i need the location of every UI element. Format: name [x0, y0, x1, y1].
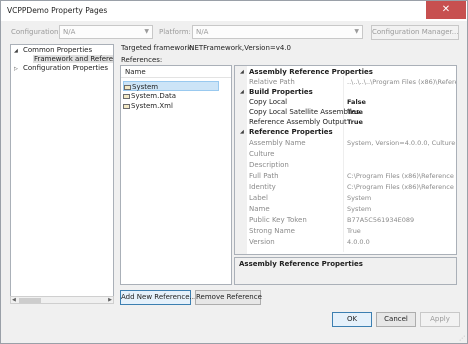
property-value: False: [347, 98, 366, 106]
property-name: Name: [249, 205, 270, 213]
property-value: True: [347, 227, 361, 235]
close-icon: ✕: [441, 4, 451, 15]
property-row[interactable]: Relative Path ..\..\..\..\Program Files …: [235, 77, 456, 87]
property-name: Label: [249, 194, 268, 202]
targeted-framework-label: Targeted framework:: [121, 44, 194, 52]
tree-item-framework-and-references[interactable]: Framework and References: [33, 55, 113, 63]
property-row[interactable]: Description: [235, 160, 456, 170]
property-name: Version: [249, 238, 275, 246]
scroll-left-icon[interactable]: ◀: [12, 297, 16, 304]
property-pages-window: VCPPDemo Property Pages ✕ Configuration:…: [0, 0, 468, 344]
remove-reference-button[interactable]: Remove Reference: [195, 290, 262, 305]
property-name: Copy Local Satellite Assemblies: [249, 108, 360, 116]
property-tree: ◢ Common Properties Framework and Refere…: [10, 44, 114, 304]
property-row[interactable]: Assembly Name System, Version=4.0.0.0, C…: [235, 138, 456, 148]
scroll-thumb[interactable]: [19, 298, 41, 303]
platform-value: N/A: [196, 28, 209, 36]
category-row[interactable]: ◢ Reference Properties: [235, 127, 456, 137]
property-row[interactable]: Full Path C:\Program Files (x86)\Referen…: [235, 171, 457, 181]
ok-button[interactable]: OK: [332, 312, 372, 327]
category-assembly-reference-properties: Assembly Reference Properties: [249, 68, 373, 76]
property-row[interactable]: Copy Local False: [235, 97, 456, 107]
resize-grip-icon[interactable]: ⋰: [459, 335, 465, 342]
property-name: Public Key Token: [249, 216, 307, 224]
property-description-pane: Assembly Reference Properties: [234, 257, 457, 285]
references-column-header[interactable]: Name: [121, 66, 231, 78]
property-name: Identity: [249, 183, 276, 191]
property-name: Assembly Name: [249, 139, 306, 147]
property-value: True: [347, 118, 363, 126]
configuration-label: Configuration:: [11, 28, 61, 36]
collapsed-triangle-icon[interactable]: ▷: [14, 66, 18, 72]
property-value: System, Version=4.0.0.0, Culture=neu: [347, 139, 456, 147]
property-name: Full Path: [249, 172, 279, 180]
column-header-name: Name: [125, 68, 146, 76]
property-name: Relative Path: [249, 78, 295, 86]
tree-item-configuration-properties[interactable]: Configuration Properties: [23, 64, 108, 72]
chevron-down-icon: ▼: [144, 28, 149, 35]
property-grid: ◢ Assembly Reference Properties Relative…: [234, 65, 457, 255]
property-name: Strong Name: [249, 227, 295, 235]
property-name: Reference Assembly Output: [249, 118, 347, 126]
property-name: Description: [249, 161, 289, 169]
assembly-icon: [123, 93, 130, 99]
references-list: Name System System.Data System.Xml: [120, 65, 232, 285]
property-value: B77A5C561934E089: [347, 216, 415, 224]
expanded-triangle-icon[interactable]: ◢: [14, 48, 18, 54]
property-row[interactable]: Version 4.0.0.0: [235, 237, 456, 247]
property-row[interactable]: Name System: [235, 204, 456, 214]
property-row[interactable]: Strong Name True: [235, 226, 456, 236]
configuration-manager-button[interactable]: Configuration Manager...: [371, 25, 459, 40]
apply-button[interactable]: Apply: [420, 312, 460, 327]
property-value: System: [347, 205, 372, 213]
references-label: References:: [121, 56, 163, 64]
configuration-dropdown[interactable]: N/A ▼: [59, 25, 153, 39]
reference-item-system-xml[interactable]: System.Xml: [123, 101, 219, 111]
window-title: VCPPDemo Property Pages: [7, 6, 108, 15]
close-button[interactable]: ✕: [426, 1, 466, 19]
cancel-button[interactable]: Cancel: [376, 312, 416, 327]
expanded-triangle-icon: ◢: [240, 69, 244, 75]
property-row[interactable]: Copy Local Satellite Assemblies True: [235, 107, 456, 117]
property-row[interactable]: Label System: [235, 193, 456, 203]
expanded-triangle-icon: ◢: [240, 89, 244, 95]
property-row[interactable]: Reference Assembly Output True: [235, 117, 456, 127]
tree-item-common-properties[interactable]: Common Properties: [23, 46, 92, 54]
category-row[interactable]: ◢ Assembly Reference Properties: [235, 67, 456, 77]
property-value: C:\Program Files (x86)\Reference Ass: [347, 183, 457, 191]
platform-dropdown[interactable]: N/A ▼: [192, 25, 363, 39]
property-value: C:\Program Files (x86)\Reference Ass: [347, 172, 457, 180]
property-value: 4.0.0.0: [347, 238, 370, 246]
property-value: System: [347, 194, 372, 202]
targeted-framework-value: .NETFramework,Version=v4.0: [187, 44, 292, 52]
scroll-right-icon[interactable]: ▶: [108, 297, 112, 304]
title-bar: VCPPDemo Property Pages ✕: [1, 1, 467, 21]
assembly-icon: [124, 84, 131, 90]
property-name: Culture: [249, 150, 275, 158]
add-new-reference-button[interactable]: Add New Reference...: [120, 290, 196, 305]
configuration-value: N/A: [63, 28, 76, 36]
reference-item-system-data[interactable]: System.Data: [123, 91, 219, 101]
property-value: ..\..\..\..\Program Files (x86)\Referenc…: [347, 78, 456, 86]
category-reference-properties: Reference Properties: [249, 128, 333, 136]
category-row[interactable]: ◢ Build Properties: [235, 87, 456, 97]
expanded-triangle-icon: ◢: [240, 129, 244, 135]
property-row[interactable]: Public Key Token B77A5C561934E089: [235, 215, 456, 225]
tree-horizontal-scrollbar[interactable]: ◀ ▶: [10, 296, 114, 304]
property-name: Copy Local: [249, 98, 288, 106]
chevron-down-icon: ▼: [354, 28, 359, 35]
property-value: True: [347, 108, 363, 116]
property-row[interactable]: Culture: [235, 149, 456, 159]
assembly-icon: [123, 103, 130, 109]
platform-label: Platform:: [159, 28, 191, 36]
property-row[interactable]: Identity C:\Program Files (x86)\Referenc…: [235, 182, 457, 192]
description-title: Assembly Reference Properties: [239, 260, 363, 268]
category-build-properties: Build Properties: [249, 88, 313, 96]
reference-item-system[interactable]: System: [123, 81, 219, 91]
